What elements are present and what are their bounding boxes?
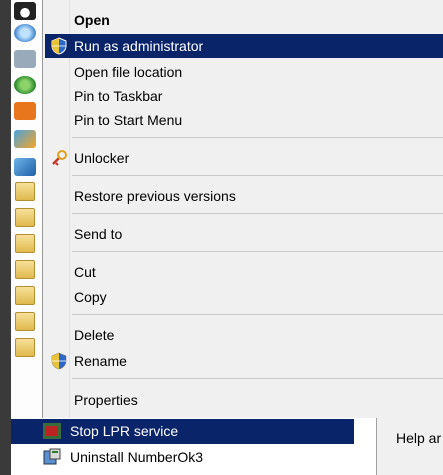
menu-separator — [72, 251, 443, 252]
disc-icon[interactable] — [14, 24, 36, 42]
desktop-icon-strip — [11, 0, 42, 418]
menu-separator — [72, 175, 443, 176]
menu-item-properties[interactable]: Properties — [45, 388, 443, 412]
folder-icon[interactable] — [15, 234, 35, 253]
folder-icon[interactable] — [15, 286, 35, 305]
menu-item-label: Restore previous versions — [74, 188, 236, 204]
uninstall-icon — [42, 448, 62, 466]
globe-icon[interactable] — [14, 76, 36, 94]
help-link[interactable]: Help ar — [396, 430, 441, 446]
menu-item-label: Pin to Start Menu — [74, 112, 183, 128]
window-frame-left — [0, 0, 11, 475]
folder-icon[interactable] — [15, 312, 35, 331]
send-icon[interactable] — [14, 158, 36, 176]
menu-item-send-to[interactable]: Send to — [45, 222, 443, 246]
menu-item-label: Open file location — [74, 64, 183, 80]
list-item-stop-lpr-service[interactable]: Stop LPR service — [11, 419, 354, 444]
folder-icon[interactable] — [15, 260, 35, 279]
menu-item-pin-to-taskbar[interactable]: Pin to Taskbar — [45, 84, 443, 108]
penguin-icon[interactable] — [14, 2, 36, 20]
menu-item-label: Rename — [74, 353, 127, 369]
menu-item-label: Pin to Taskbar — [74, 88, 163, 104]
uac-shield-icon — [50, 352, 68, 370]
menu-item-label: Cut — [74, 264, 96, 280]
menu-item-label: Unlocker — [74, 150, 130, 166]
list-item-label: Uninstall NumberOk3 — [70, 449, 204, 465]
menu-item-label: Copy — [74, 289, 107, 305]
menu-separator — [72, 137, 443, 138]
menu-item-unlocker[interactable]: Unlocker — [45, 146, 443, 170]
list-item-uninstall-numberok3[interactable]: Uninstall NumberOk3 — [11, 445, 354, 470]
menu-item-rename[interactable]: Rename — [45, 349, 443, 373]
messenger-icon[interactable] — [14, 130, 36, 148]
menu-separator — [72, 378, 443, 379]
menu-item-restore-previous-versions[interactable]: Restore previous versions — [45, 184, 443, 208]
folder-icon[interactable] — [15, 182, 35, 201]
menu-item-label: Delete — [74, 327, 115, 343]
menu-item-copy[interactable]: Copy — [45, 285, 443, 309]
menu-item-label: Properties — [74, 392, 138, 408]
media-player-icon[interactable] — [14, 102, 36, 120]
unlocker-icon — [50, 149, 68, 167]
folder-icon[interactable] — [15, 338, 35, 357]
menu-item-pin-to-start-menu[interactable]: Pin to Start Menu — [45, 108, 443, 132]
uac-shield-icon — [50, 37, 68, 55]
context-menu: Open Run as administrator Open file loca… — [42, 0, 443, 418]
service-stop-icon — [42, 422, 62, 440]
menu-separator — [72, 213, 443, 214]
menu-item-cut[interactable]: Cut — [45, 260, 443, 284]
menu-item-label: Send to — [74, 226, 123, 242]
right-panel: Help ar — [376, 418, 443, 475]
menu-item-open[interactable]: Open — [45, 8, 443, 32]
menu-item-run-as-administrator[interactable]: Run as administrator — [45, 34, 443, 58]
menu-item-delete[interactable]: Delete — [45, 323, 443, 347]
folder-icon[interactable] — [15, 208, 35, 227]
menu-item-label: Run as administrator — [74, 38, 204, 54]
menu-item-open-file-location[interactable]: Open file location — [45, 60, 443, 84]
list-item-label: Stop LPR service — [70, 423, 179, 439]
network-icon[interactable] — [14, 50, 36, 68]
menu-item-label: Open — [74, 12, 110, 28]
menu-separator — [72, 314, 443, 315]
